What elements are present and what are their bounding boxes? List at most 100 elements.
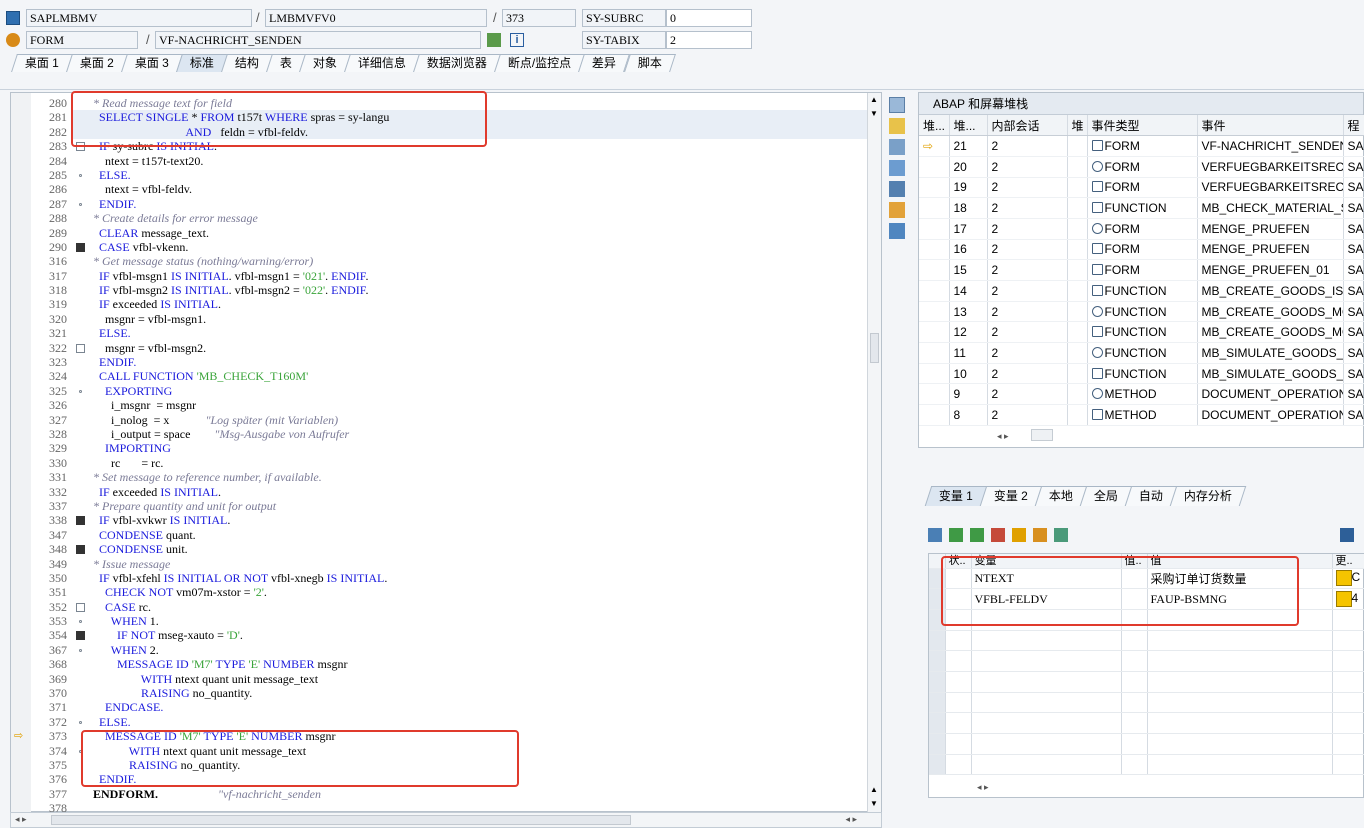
navigate-icon[interactable] [487, 33, 501, 47]
stack-row[interactable]: 18 2 FUNCTION MB_CHECK_MATERIAL_S... SA [919, 197, 1364, 219]
edit-pencil-icon[interactable] [1335, 570, 1352, 587]
fold-marker-icon[interactable] [76, 343, 85, 353]
code-line[interactable]: CONDENSE quant. [71, 528, 867, 542]
stack-col-header[interactable]: 内部会话 [987, 115, 1068, 137]
fold-marker-icon[interactable] [79, 173, 82, 177]
stack-row[interactable]: 142 FUNCTION MB_CREATE_GOODS_ISS...SA [919, 280, 1364, 302]
var-row[interactable] [929, 630, 1364, 652]
var-name-cell[interactable] [971, 630, 1122, 652]
fold-marker-icon[interactable] [76, 242, 85, 252]
fold-marker-icon[interactable] [79, 720, 82, 724]
program-field[interactable]: SAPLMBMV [26, 9, 252, 27]
tab-0[interactable]: 桌面 1 [11, 54, 73, 72]
code-line[interactable]: IF vfbl-xvkwr IS INITIAL. [71, 513, 867, 527]
tab-3[interactable]: 标准 [176, 54, 228, 72]
stack-scroll-icon[interactable]: ◂ ▸ [997, 431, 1009, 442]
tab-4[interactable]: 结构 [221, 54, 274, 72]
var-col-header[interactable]: 更.. [1332, 554, 1364, 569]
stack-row[interactable]: 15 2 FORM MENGE_PRUEFEN_01 SA [919, 259, 1364, 281]
breakpoint-gutter[interactable]: ⇨ [11, 93, 31, 813]
code-line[interactable]: rc = rc. [71, 456, 867, 470]
var-name-cell[interactable] [971, 733, 1122, 755]
row-selector[interactable] [929, 733, 946, 755]
stack-col-header[interactable]: 堆... [949, 115, 988, 137]
tab-9[interactable]: 断点/监控点 [494, 54, 586, 72]
code-line[interactable]: ntext = t157t-text20. [71, 154, 867, 168]
row-selector[interactable] [929, 650, 946, 672]
split-view-icon[interactable] [889, 139, 905, 155]
delete-icon[interactable] [928, 528, 942, 542]
move-icon[interactable] [1033, 528, 1047, 542]
var-tab-1[interactable]: 变量 2 [979, 486, 1043, 506]
var-tab-0[interactable]: 变量 1 [924, 486, 988, 506]
code-line[interactable]: RAISING no_quantity. [71, 686, 867, 700]
stack-row[interactable]: 17 2 FORM MENGE_PRUEFEN SA [919, 218, 1364, 240]
code-line[interactable]: msgnr = vfbl-msgn1. [71, 312, 867, 326]
stack-row[interactable]: 202 FORM VERFUEGBARKEITSRECHN...SA [919, 156, 1364, 178]
code-line[interactable]: IF NOT mseg-xauto = 'D'. [71, 628, 867, 642]
code-line[interactable]: ENDCASE. [71, 700, 867, 714]
code-line[interactable]: IF vfbl-xfehl IS INITIAL OR NOT vfbl-xne… [71, 571, 867, 585]
tab-6[interactable]: 对象 [299, 54, 352, 72]
code-line[interactable]: ntext = vfbl-feldv. [71, 182, 867, 196]
close-pane-icon[interactable] [889, 97, 905, 113]
scroll-up-icon[interactable]: ▲ [870, 95, 878, 104]
tab-1[interactable]: 桌面 2 [66, 54, 128, 72]
code-line[interactable]: WHEN 2. [71, 643, 867, 657]
fold-marker-icon[interactable] [79, 648, 82, 652]
code-line[interactable]: i_nolog = x "Log später (mit Variablen) [71, 413, 867, 427]
row-selector[interactable] [929, 754, 946, 776]
var-name-cell[interactable] [971, 692, 1122, 714]
code-line[interactable]: ELSE. [71, 168, 867, 182]
code-line[interactable]: WHEN 1. [71, 614, 867, 628]
code-line[interactable]: msgnr = vfbl-msgn2. [71, 341, 867, 355]
var2-name-field[interactable]: SY-TABIX [582, 31, 666, 49]
edit-pencil-icon[interactable] [1335, 591, 1352, 608]
code-line[interactable]: WITH ntext quant unit message_text [71, 672, 867, 686]
var-name-cell[interactable] [971, 712, 1122, 734]
code-line[interactable]: CASE rc. [71, 600, 867, 614]
var1-value-field[interactable]: 0 [666, 9, 752, 27]
tab-11[interactable]: 脚本 [623, 54, 676, 72]
code-line[interactable]: * Create details for error message [71, 211, 867, 225]
var-value-cell[interactable] [1147, 712, 1333, 734]
var-row[interactable] [929, 671, 1364, 693]
info-icon[interactable]: i [510, 33, 524, 47]
var-tab-5[interactable]: 内存分析 [1169, 486, 1247, 506]
import-icon[interactable] [949, 528, 963, 542]
config-icon[interactable] [889, 223, 905, 239]
code-line[interactable]: ENDIF. [71, 197, 867, 211]
code-line[interactable]: * Prepare quantity and unit for output [71, 499, 867, 513]
new-window-icon[interactable] [889, 118, 905, 134]
fold-marker-icon[interactable] [79, 389, 82, 393]
code-line[interactable]: CLEAR message_text. [71, 226, 867, 240]
row-selector[interactable] [929, 692, 946, 714]
stack-row[interactable]: 102 FUNCTION MB_SIMULATE_GOODS_M...SA [919, 363, 1364, 385]
layout-icon[interactable] [889, 181, 905, 197]
fold-marker-icon[interactable] [76, 545, 85, 555]
scroll-thumb[interactable] [870, 333, 879, 363]
stack-row[interactable]: 8 2 METHOD DOCUMENT_OPERATION SA [919, 404, 1364, 426]
stack-col-header[interactable]: 事件类型 [1087, 115, 1198, 137]
code-line[interactable]: CHECK NOT vm07m-xstor = '2'. [71, 585, 867, 599]
code-line[interactable]: i_msgnr = msgnr [71, 398, 867, 412]
code-line[interactable]: IF exceeded IS INITIAL. [71, 485, 867, 499]
editor-vertical-scrollbar[interactable]: ▲ ▼ ▲ ▼ [867, 93, 881, 813]
code-line[interactable]: i_output = space "Msg-Ausgabe von Aufruf… [71, 427, 867, 441]
var-value-cell[interactable] [1147, 671, 1333, 693]
fold-marker-icon[interactable] [76, 631, 85, 641]
code-line[interactable]: * Issue message [71, 557, 867, 571]
var1-name-field[interactable]: SY-SUBRC [582, 9, 666, 27]
code-line[interactable]: ENDIF. [71, 355, 867, 369]
var-row[interactable] [929, 733, 1364, 755]
tab-10[interactable]: 差异 [578, 54, 631, 72]
code-area[interactable]: * Read message text for field SELECT SIN… [71, 96, 867, 816]
tab-7[interactable]: 详细信息 [344, 54, 421, 72]
var-row[interactable] [929, 712, 1364, 734]
vars-scroll-icon[interactable]: ◂ ▸ [977, 782, 989, 793]
line-field[interactable]: 373 [502, 9, 576, 27]
save-icon[interactable] [1340, 528, 1354, 542]
code-line[interactable]: * Get message status (nothing/warning/er… [71, 254, 867, 268]
var-name-cell[interactable] [971, 671, 1122, 693]
fold-marker-icon[interactable] [76, 602, 85, 612]
